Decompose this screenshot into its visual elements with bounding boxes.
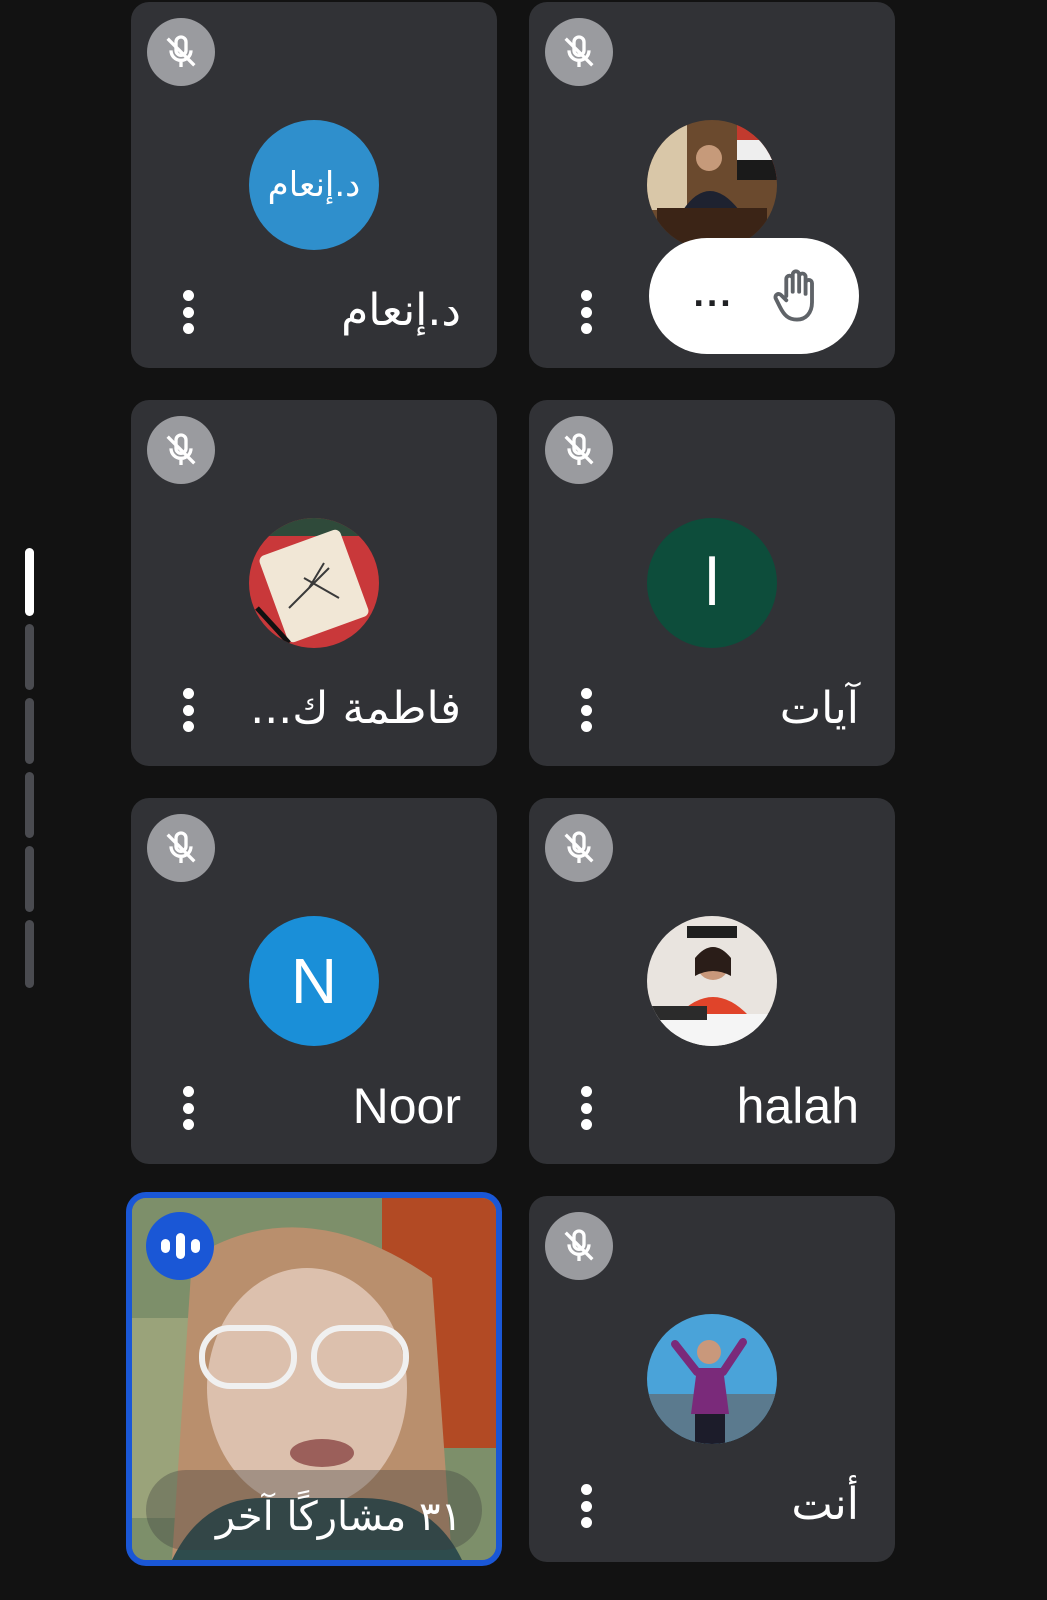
participant-tile[interactable]: فاطمة ك... xyxy=(131,400,497,766)
avatar xyxy=(647,916,777,1046)
more-vert-icon[interactable] xyxy=(571,1484,601,1528)
mic-off-icon xyxy=(545,18,613,86)
avatar xyxy=(647,1314,777,1444)
more-vert-icon[interactable] xyxy=(173,290,203,334)
more-vert-icon[interactable] xyxy=(173,1086,203,1130)
self-tile[interactable]: أنت xyxy=(529,1196,895,1562)
scroll-segment xyxy=(25,772,34,838)
avatar: د.إنعام xyxy=(249,120,379,250)
avatar-letter: N xyxy=(290,945,338,1017)
participant-name: فاطمة ك... xyxy=(250,682,461,734)
raised-hand-icon xyxy=(773,269,814,322)
participant-tile[interactable]: ... xyxy=(529,2,895,368)
audio-level-icon xyxy=(146,1212,214,1280)
avatar-text: د.إنعام xyxy=(267,165,361,205)
more-vert-icon[interactable] xyxy=(571,688,601,732)
participant-name: أنت xyxy=(791,1478,859,1530)
raised-hand-chip[interactable]: ... xyxy=(649,238,859,354)
more-vert-icon[interactable] xyxy=(571,1086,601,1130)
participant-name: د.إنعام xyxy=(341,284,461,336)
scroll-thumb[interactable] xyxy=(25,548,34,616)
scroll-segment xyxy=(25,624,34,690)
scroll-segment xyxy=(25,698,34,764)
mic-off-icon xyxy=(147,814,215,882)
avatar xyxy=(647,120,777,250)
more-vert-icon[interactable] xyxy=(173,688,203,732)
mic-off-icon xyxy=(147,416,215,484)
scroll-segment xyxy=(25,920,34,988)
avatar: ا xyxy=(647,518,777,648)
mic-off-icon xyxy=(545,1212,613,1280)
avatar: N xyxy=(249,916,379,1046)
participant-tile[interactable]: halah xyxy=(529,798,895,1164)
mic-off-icon xyxy=(147,18,215,86)
avatar xyxy=(249,518,379,648)
participant-tile[interactable]: N Noor xyxy=(131,798,497,1164)
scroll-segment xyxy=(25,846,34,912)
others-count-label: ٣١ مشاركًا آخر xyxy=(215,1494,462,1540)
mic-off-icon xyxy=(545,416,613,484)
hand-raised-label: ... xyxy=(693,278,734,314)
more-vert-icon[interactable] xyxy=(571,290,601,334)
participant-tile[interactable]: ا آيات xyxy=(529,400,895,766)
mic-off-icon xyxy=(545,814,613,882)
participant-tile[interactable]: د.إنعام د.إنعام xyxy=(131,2,497,368)
others-tile[interactable]: ٣١ مشاركًا آخر xyxy=(126,1192,502,1566)
participant-name: halah xyxy=(736,1078,859,1134)
participant-name: آيات xyxy=(779,682,859,734)
avatar-letter: ا xyxy=(703,547,721,619)
participant-name: Noor xyxy=(352,1078,461,1134)
